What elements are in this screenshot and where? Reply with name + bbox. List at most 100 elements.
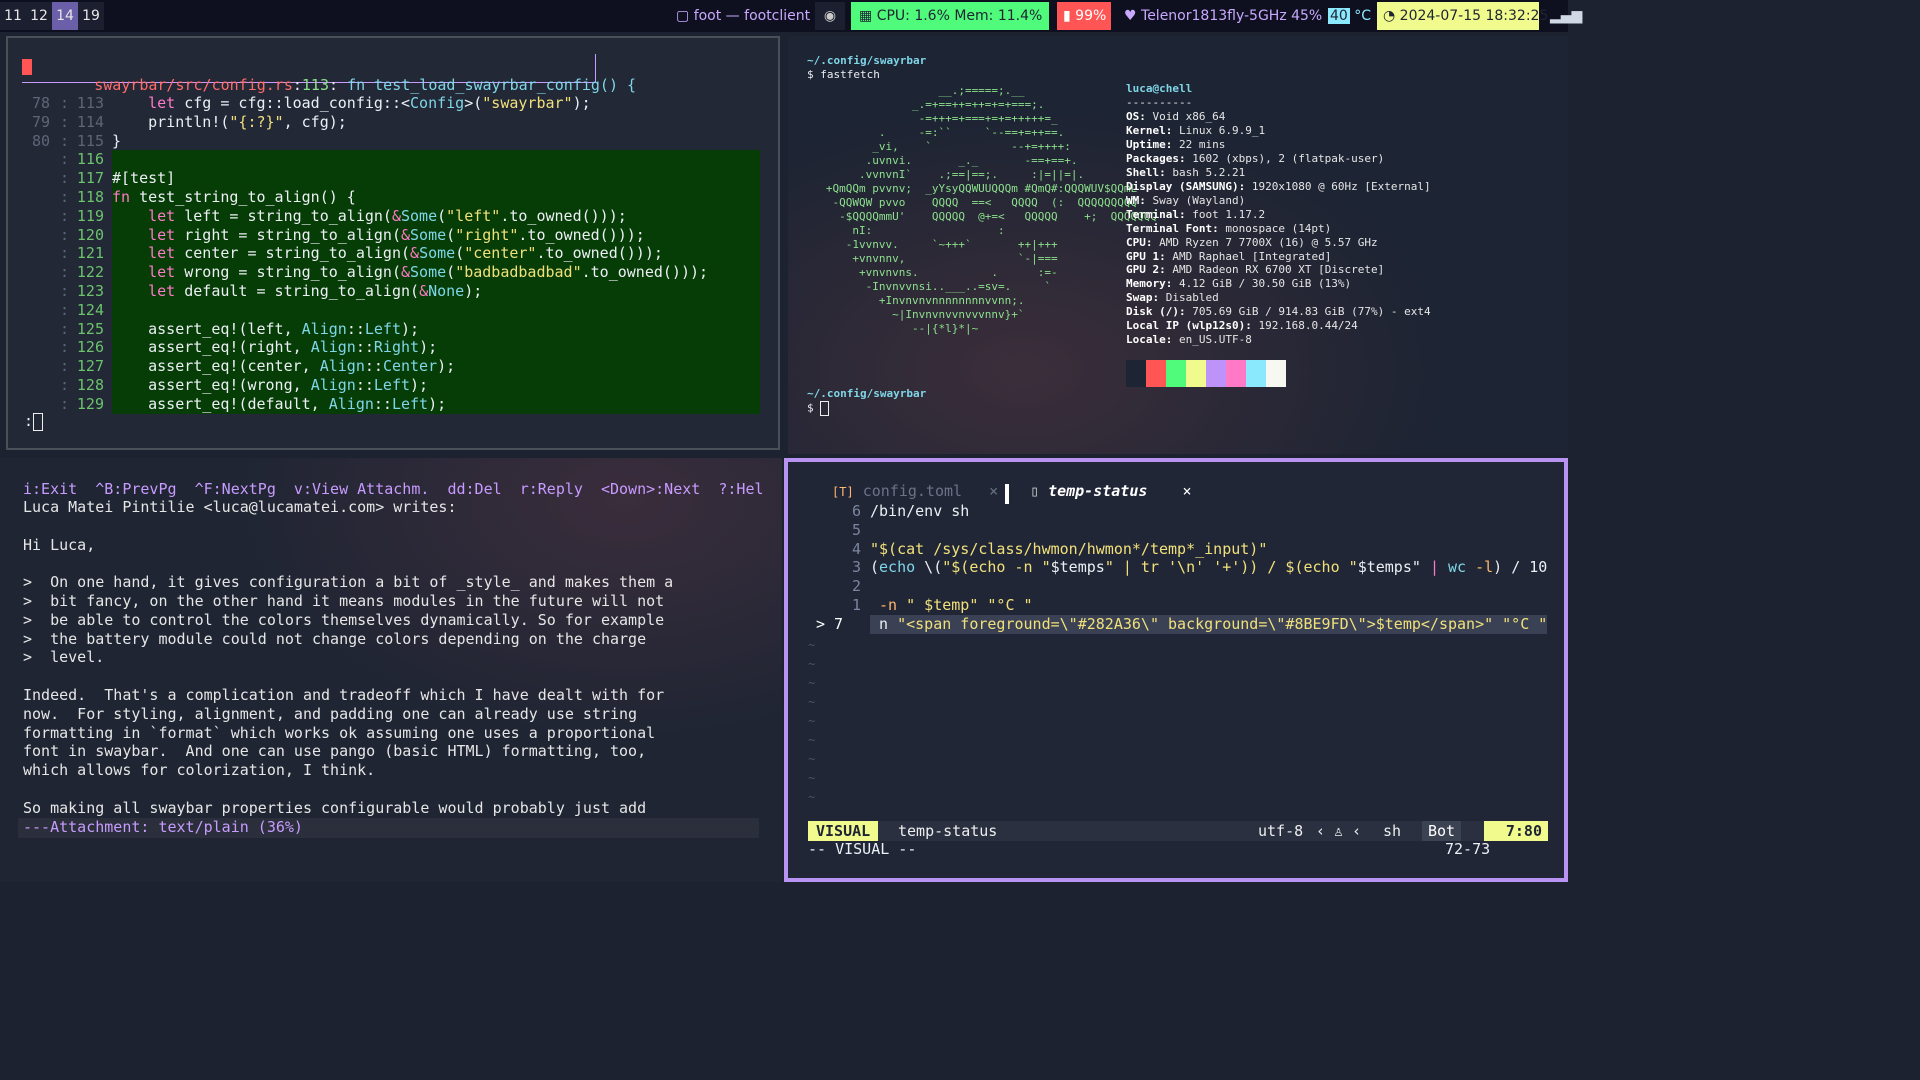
- vim-line[interactable]: 1 -n " $temp" "°C ": [788, 596, 1564, 615]
- tilde-line: ~: [808, 638, 816, 652]
- logo-line: __.;=====;.__: [806, 84, 1025, 97]
- info-row: Disk (/): 705.69 GiB / 914.83 GiB (77%) …: [1126, 305, 1431, 319]
- logo-line: _vi, ` --+=++++:: [806, 140, 1071, 153]
- relative-line-number: 80: [31, 131, 50, 150]
- mail-line: [23, 554, 673, 573]
- line-number: 119: [76, 206, 104, 225]
- code-text: assert_eq!(left, Align::Left);: [112, 319, 760, 339]
- workspace-14[interactable]: 14: [52, 2, 78, 30]
- close-tab-icon[interactable]: ×: [1182, 482, 1191, 500]
- palette-swatch: [1266, 360, 1286, 387]
- vim-line[interactable]: 4 "$(cat /sys/class/hwmon/hwmon*/temp*_in…: [788, 540, 1564, 559]
- vim-line[interactable]: > 7 n "<span foreground=\"#282A36\" back…: [788, 614, 1564, 634]
- tilde-line: ~: [808, 790, 816, 804]
- workspace-12[interactable]: 12: [26, 2, 52, 30]
- info-row: GPU 1: AMD Raphael [Integrated]: [1126, 249, 1332, 263]
- workspace-11[interactable]: 11: [0, 2, 26, 30]
- line-number: 121: [76, 244, 104, 263]
- vim-window[interactable]: [T] config.toml × ▯ temp-status × 6/bin/…: [784, 458, 1568, 882]
- fastfetch-terminal[interactable]: ~/.config/swayrbar $ fastfetch __.;=====…: [788, 36, 1568, 454]
- code-line[interactable]: :118 fn test_string_to_align() {: [8, 188, 778, 207]
- info-row: Terminal: foot 1.17.2: [1126, 207, 1266, 221]
- info-row: Memory: 4.12 GiB / 30.50 GiB (13%): [1126, 277, 1352, 291]
- code-line[interactable]: :125 assert_eq!(left, Align::Left);: [8, 319, 778, 339]
- command-line[interactable]: :: [24, 412, 44, 431]
- temp-unit: °C: [1354, 8, 1372, 24]
- mail-line: formatting in `format` which works ok as…: [23, 723, 656, 742]
- code-line[interactable]: :116: [8, 150, 778, 170]
- temp-value: 40: [1328, 8, 1350, 24]
- cpu-icon: ▦: [859, 8, 877, 24]
- code-line[interactable]: 78:113 let cfg = cfg::load_config::<Conf…: [8, 94, 778, 113]
- vim-line[interactable]: 5: [788, 521, 1564, 540]
- line-number: 114: [76, 112, 104, 131]
- code-line[interactable]: :117 #[test]: [8, 169, 778, 189]
- breadcrumb: swayrbar/src/config.rs:113: fn test_load…: [22, 54, 636, 94]
- header-fn: fn test_load_swayrbar_config() {: [347, 76, 637, 94]
- clock-icon: ◔: [1383, 8, 1400, 24]
- mail-line: font in swaybar. And one can use pango (…: [23, 742, 647, 761]
- code-line[interactable]: 80:115}: [8, 132, 778, 151]
- signal-icon: ▂▄▆: [1550, 8, 1583, 24]
- info-row: Uptime: 22 mins: [1126, 137, 1226, 151]
- code-line[interactable]: :120 let right = string_to_align(&Some("…: [8, 225, 778, 245]
- system-info: OS: Void x86_64 Kernel: Linux 6.9.9_1 Upti…: [1126, 110, 1431, 347]
- info-row: Display (SAMSUNG): 1920x1080 @ 60Hz [Ext…: [1126, 179, 1431, 193]
- workspace-19[interactable]: 19: [78, 2, 104, 30]
- prompt-2[interactable]: $: [807, 401, 830, 416]
- tab-config-toml[interactable]: [T] config.toml ×: [832, 482, 998, 500]
- logo-line: +Invnvnvnnnnnnnnvvnn;.: [806, 294, 1025, 307]
- mail-line: Luca Matei Pintilie <luca@lucamatei.com>…: [23, 498, 457, 516]
- line-number: 127: [76, 357, 104, 376]
- line-number: 123: [76, 282, 104, 300]
- logo-line: . -=:`` `--==+=++==.: [806, 126, 1065, 139]
- code-line[interactable]: 79:114 println!("{:?}", cfg);: [8, 113, 778, 132]
- vim-line-number: 3: [852, 558, 862, 577]
- editor-window[interactable]: swayrbar/src/config.rs:113: fn test_load…: [6, 36, 780, 450]
- window-icon: ▢: [676, 8, 694, 24]
- info-row: Local IP (wlp12s0): 192.168.0.44/24: [1126, 319, 1358, 333]
- line-number: 125: [76, 319, 104, 338]
- info-row: Packages: 1602 (xbps), 2 (flatpak-user): [1126, 151, 1385, 165]
- temp-module: 40 °C: [1328, 2, 1371, 30]
- window-title: ▢ foot — footclient: [676, 8, 811, 24]
- palette-swatch: [1246, 360, 1266, 387]
- info-row: Terminal Font: monospace (14pt): [1126, 221, 1332, 235]
- code-text: let right = string_to_align(&Some("right…: [112, 225, 760, 245]
- mail-line: [23, 780, 673, 799]
- idle-inhibit-icon[interactable]: ◉: [815, 2, 845, 30]
- mail-reader[interactable]: i:Exit ^B:PrevPg ^F:NextPg v:View Attach…: [0, 458, 782, 882]
- code-line[interactable]: :119 let left = string_to_align(&Some("l…: [8, 206, 778, 226]
- logo-line: ~|Invnvnvvnvvvnnv}+`: [806, 308, 1025, 321]
- mail-body[interactable]: Luca Matei Pintilie <luca@lucamatei.com>…: [23, 498, 673, 818]
- code-text: let center = string_to_align(&Some("cent…: [112, 244, 760, 264]
- code-line[interactable]: :129 assert_eq!(default, Align::Left);: [8, 394, 778, 414]
- code-text: }: [112, 131, 122, 150]
- line-number: 116: [76, 150, 104, 169]
- code-line[interactable]: :127 assert_eq!(center, Align::Center);: [8, 357, 778, 377]
- code-line[interactable]: :122 let wrong = string_to_align(&Some("…: [8, 263, 778, 283]
- code-line[interactable]: :121 let center = string_to_align(&Some(…: [8, 244, 778, 264]
- code-line[interactable]: :128 assert_eq!(wrong, Align::Left);: [8, 376, 778, 395]
- vim-line-number: 4: [852, 539, 862, 558]
- vim-line[interactable]: 2: [788, 577, 1564, 596]
- mail-line: > be able to control the colors themselv…: [23, 610, 665, 629]
- code-line[interactable]: :124: [8, 300, 778, 320]
- tilde-line: ~: [808, 714, 816, 728]
- code-line[interactable]: :126 assert_eq!(right, Align::Right);: [8, 338, 778, 358]
- mail-line: > the battery module could not change co…: [23, 629, 647, 648]
- vim-line[interactable]: 6/bin/env sh: [788, 502, 1564, 521]
- tab-temp-status[interactable]: ▯ temp-status ×: [1030, 482, 1191, 500]
- mail-line: > bit fancy, on the other hand it means …: [23, 591, 665, 610]
- mail-line: which allows for colorization, I think.: [23, 761, 376, 780]
- color-palette: [1126, 360, 1286, 387]
- close-tab-icon[interactable]: ×: [989, 482, 998, 500]
- code-text: assert_eq!(wrong, Align::Left);: [112, 376, 760, 395]
- vim-line[interactable]: 3 (echo \("$(echo -n "$temps" | tr '\n' '…: [788, 558, 1564, 577]
- mail-line: Hi Luca,: [23, 535, 96, 554]
- info-row: CPU: AMD Ryzen 7 7700X (16) @ 5.57 GHz: [1126, 235, 1378, 249]
- code-line[interactable]: :123 let default = string_to_align(&None…: [8, 282, 778, 301]
- vim-code-text: n "<span foreground=\"#282A36\" backgrou…: [870, 614, 1548, 634]
- code-text: assert_eq!(center, Align::Center);: [112, 357, 760, 377]
- relative-line-number: 78: [31, 94, 50, 112]
